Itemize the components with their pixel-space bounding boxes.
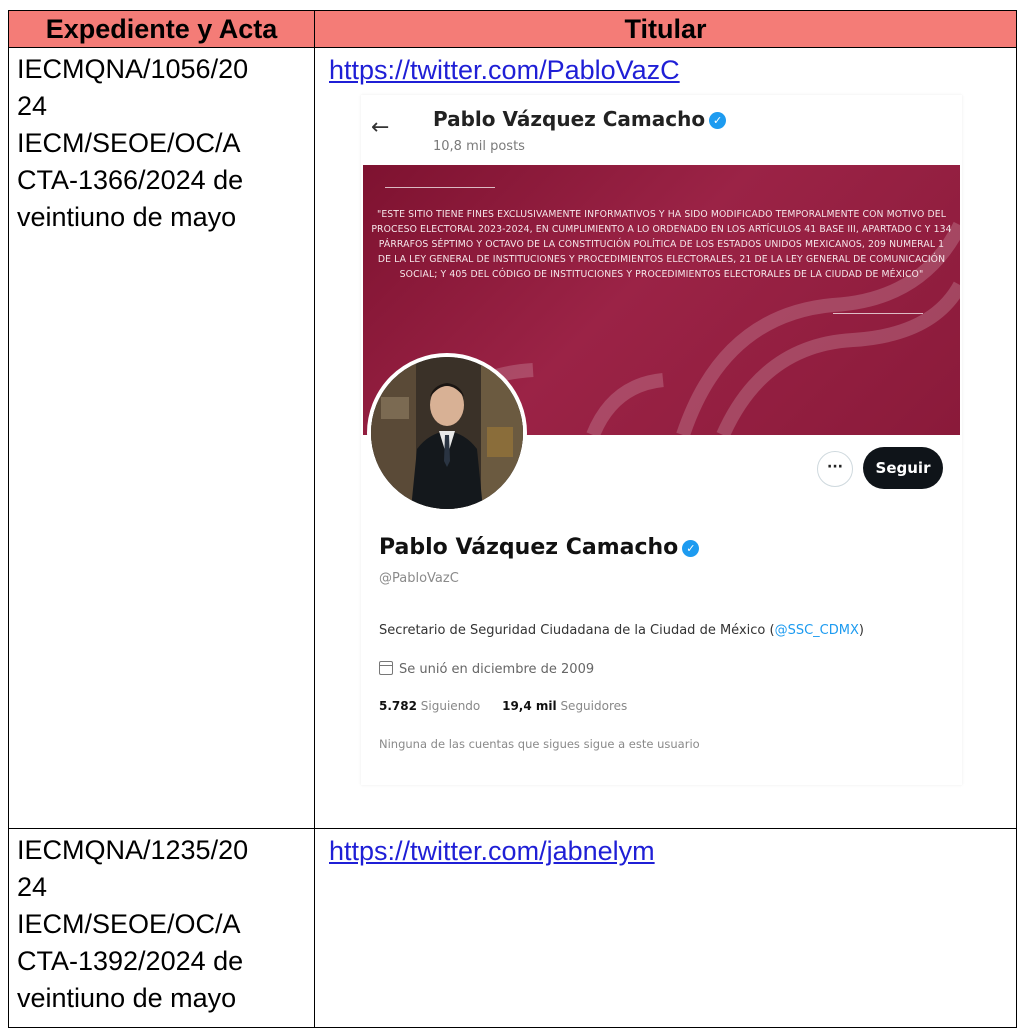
arrow-left-icon[interactable]: ←	[371, 115, 389, 140]
following-count: 5.782	[379, 699, 417, 713]
profile-bio: Secretario de Seguridad Ciudadana de la …	[379, 623, 864, 638]
titular-cell: https://twitter.com/jabnelym	[314, 828, 1017, 1028]
expediente-line: 24	[17, 872, 48, 902]
profile-name: Pablo Vázquez Camacho ✓	[379, 535, 700, 560]
verified-badge-icon: ✓	[709, 112, 727, 129]
avatar[interactable]	[367, 353, 527, 513]
following-label: Siguiendo	[420, 699, 481, 713]
profile-name-text: Pablo Vázquez Camacho	[433, 107, 706, 131]
followers-stat[interactable]: 19,4 mil Seguidores	[502, 699, 627, 713]
profile-top-bar: ← Pablo Vázquez Camacho ✓ 10,8 mil posts	[361, 95, 962, 165]
join-date-text: Se unió en diciembre de 2009	[399, 662, 595, 677]
expediente-cell: IECMQNA/1235/20 24 IECM/SEOE/OC/A CTA-13…	[8, 828, 315, 1028]
profile-handle: @PabloVazC	[379, 571, 459, 586]
followers-label: Seguidores	[560, 699, 628, 713]
calendar-icon	[379, 661, 393, 675]
expediente-line: IECMQNA/1235/20	[17, 835, 249, 865]
twitter-profile-screenshot: ← Pablo Vázquez Camacho ✓ 10,8 mil posts …	[361, 95, 962, 785]
bio-text-end: )	[858, 623, 864, 638]
followers-count: 19,4 mil	[502, 699, 557, 713]
bio-mention-link[interactable]: @SSC_CDMX	[775, 623, 859, 638]
banner-divider	[833, 313, 923, 314]
expediente-line: veintiuno de mayo	[17, 202, 237, 232]
expediente-text: IECMQNA/1235/20 24 IECM/SEOE/OC/A CTA-13…	[9, 829, 314, 1017]
more-options-button[interactable]: ···	[817, 451, 853, 487]
avatar-photo	[371, 357, 523, 509]
profile-name-text: Pablo Vázquez Camacho	[379, 535, 679, 560]
expediente-line: CTA-1366/2024 de	[17, 165, 244, 195]
expediente-line: IECM/SEOE/OC/A	[17, 909, 241, 939]
expediente-line: IECMQNA/1056/20	[17, 54, 249, 84]
mutual-followers-note: Ninguna de las cuentas que sigues sigue …	[379, 737, 700, 751]
expediente-line: CTA-1392/2024 de	[17, 946, 244, 976]
profile-top-name: Pablo Vázquez Camacho ✓	[433, 107, 727, 131]
post-count: 10,8 mil posts	[433, 139, 525, 154]
expediente-text: IECMQNA/1056/20 24 IECM/SEOE/OC/A CTA-13…	[9, 48, 314, 236]
following-stat[interactable]: 5.782 Siguiendo	[379, 699, 480, 713]
verified-badge-icon: ✓	[682, 540, 700, 557]
header-titular: Titular	[314, 10, 1017, 48]
expediente-line: 24	[17, 91, 48, 121]
twitter-link[interactable]: https://twitter.com/PabloVazC	[315, 48, 1016, 89]
banner-disclaimer: "ESTE SITIO TIENE FINES EXCLUSIVAMENTE I…	[371, 209, 952, 280]
header-expediente: Expediente y Acta	[8, 10, 315, 48]
expediente-line: veintiuno de mayo	[17, 983, 237, 1013]
follow-button[interactable]: Seguir	[863, 447, 943, 489]
table-header-row: Expediente y Acta Titular	[8, 10, 1017, 48]
join-date: Se unió en diciembre de 2009	[379, 661, 594, 677]
banner-divider	[385, 187, 495, 188]
bio-text: Secretario de Seguridad Ciudadana de la …	[379, 623, 775, 638]
expediente-line: IECM/SEOE/OC/A	[17, 128, 241, 158]
twitter-link[interactable]: https://twitter.com/jabnelym	[315, 829, 1016, 870]
follow-stats: 5.782 Siguiendo 19,4 mil Seguidores	[379, 699, 627, 713]
table-row: IECMQNA/1235/20 24 IECM/SEOE/OC/A CTA-13…	[8, 828, 1017, 1028]
expediente-cell: IECMQNA/1056/20 24 IECM/SEOE/OC/A CTA-13…	[8, 47, 315, 829]
